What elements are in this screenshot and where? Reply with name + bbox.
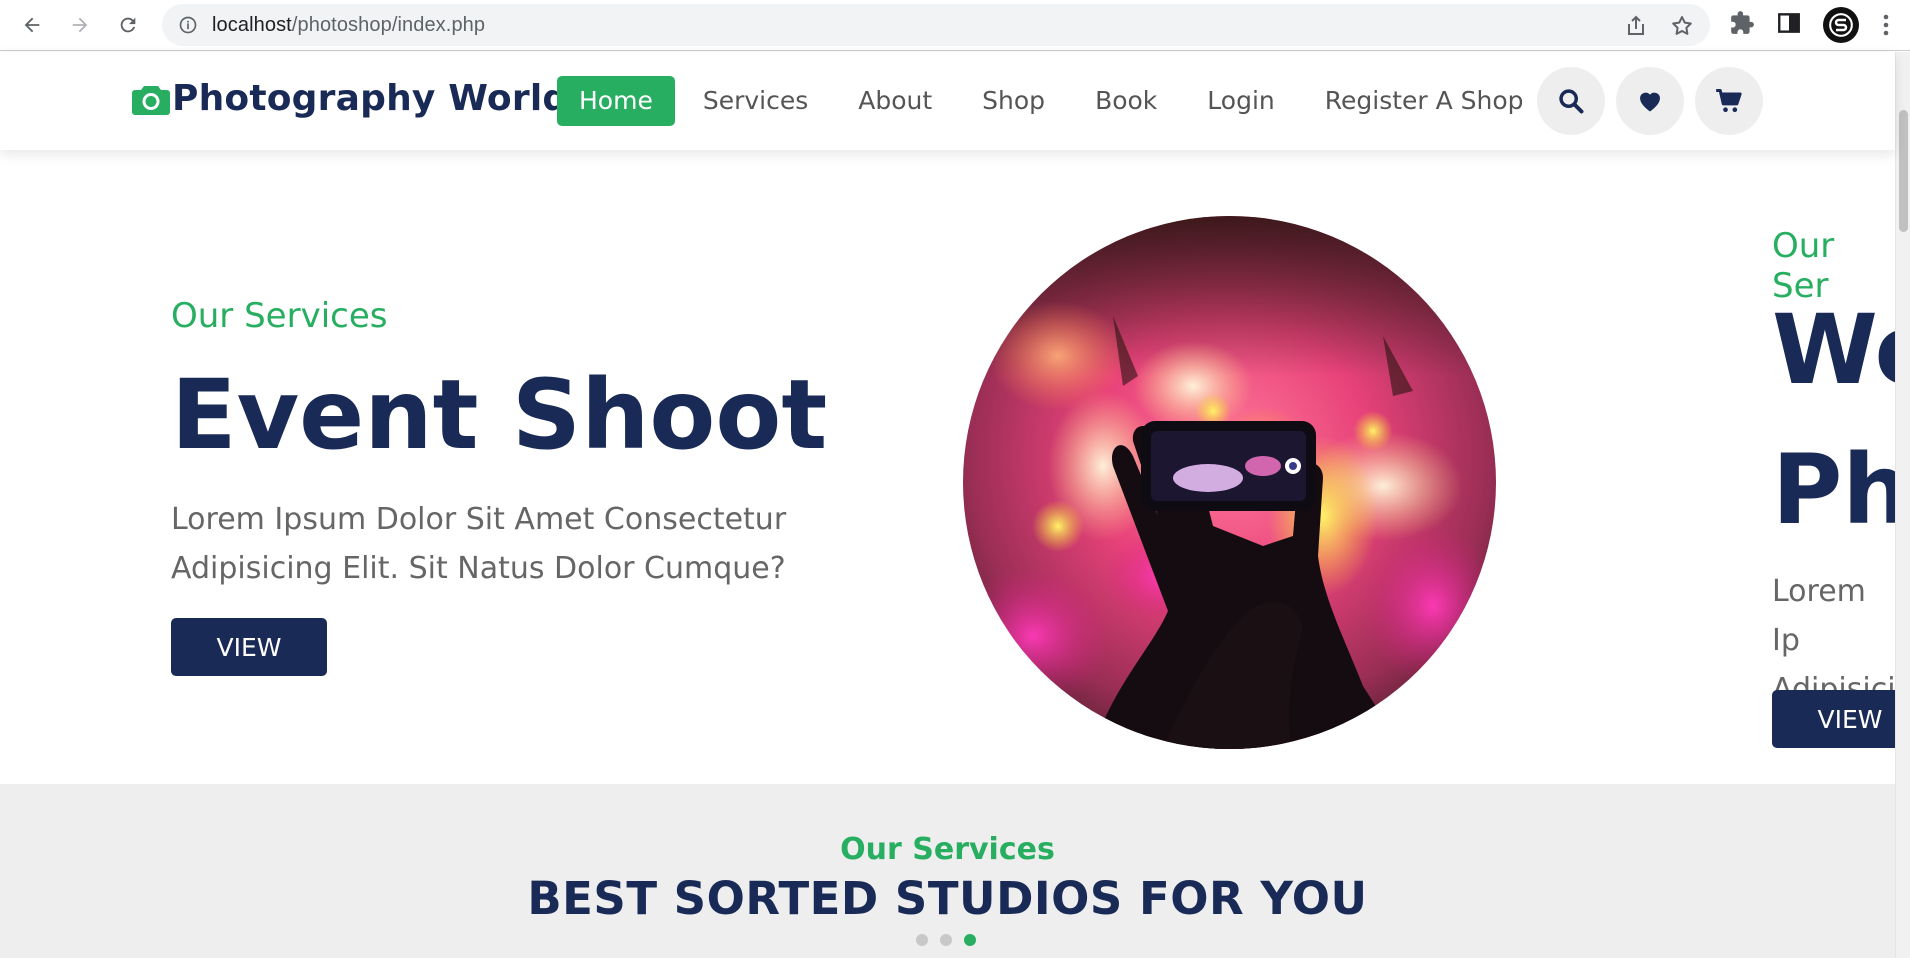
services-heading: BEST SORTED STUDIOS FOR YOU	[527, 872, 1368, 925]
extensions-puzzle-icon[interactable]	[1729, 10, 1755, 36]
scrollbar-thumb[interactable]	[1899, 110, 1908, 232]
logo-text: Photography World.	[172, 78, 583, 119]
reload-button[interactable]	[112, 9, 144, 41]
url-text: localhost/photoshop/index.php	[212, 14, 486, 36]
nav-link-register-shop[interactable]: Register A Shop	[1303, 76, 1546, 126]
profile-avatar[interactable]	[1823, 7, 1859, 43]
concert-photo	[963, 216, 1496, 749]
next-slide-title: We Ph	[1772, 280, 1895, 560]
slide-title: Event Shoot	[171, 359, 828, 471]
page-scrollbar[interactable]	[1895, 52, 1910, 958]
side-panel-icon[interactable]	[1776, 10, 1802, 36]
nav-link-services[interactable]: Services	[681, 76, 830, 126]
back-arrow-icon	[24, 17, 40, 33]
wishlist-button[interactable]	[1616, 67, 1684, 135]
nav-link-book[interactable]: Book	[1073, 76, 1179, 126]
next-slide-title-line: Ph	[1772, 434, 1895, 546]
address-bar[interactable]: localhost/photoshop/index.php	[162, 4, 1710, 46]
site-logo[interactable]: Photography World.	[132, 78, 582, 119]
nav-link-shop[interactable]: Shop	[960, 76, 1067, 126]
services-subtitle: Our Services	[840, 832, 1055, 867]
browser-toolbar: localhost/photoshop/index.php	[0, 0, 1910, 51]
nav-link-about[interactable]: About	[836, 76, 954, 126]
next-slide-description-line: Lorem Ip	[1772, 574, 1866, 658]
heart-icon	[1640, 92, 1660, 112]
nav-link-home[interactable]: Home	[557, 76, 675, 126]
slide-description-line: Adipisicing Elit. Sit Natus Dolor Cumque…	[171, 551, 786, 586]
bookmark-star-icon[interactable]	[1670, 14, 1694, 38]
slide-description: Lorem Ipsum Dolor Sit Amet Consectetur A…	[171, 495, 786, 593]
search-button[interactable]	[1537, 67, 1605, 135]
share-icon[interactable]	[1624, 14, 1648, 38]
forward-button[interactable]	[64, 9, 96, 41]
nav-link-login[interactable]: Login	[1185, 76, 1296, 126]
next-slide-title-line: We	[1772, 294, 1895, 406]
services-section: Our Services BEST SORTED STUDIOS FOR YOU	[0, 784, 1895, 958]
slide-subtitle: Our Services	[171, 296, 388, 336]
reload-icon	[120, 17, 136, 33]
search-icon	[1559, 89, 1584, 114]
next-slide-view-button[interactable]: VIEW	[1772, 690, 1895, 748]
slider-dot-2[interactable]	[940, 934, 952, 946]
profile-logo-icon	[1829, 13, 1853, 37]
site-info-icon[interactable]	[178, 15, 198, 35]
browser-menu-icon[interactable]	[1876, 11, 1896, 39]
cart-icon	[1716, 88, 1742, 113]
forward-arrow-icon	[72, 17, 88, 33]
cart-button[interactable]	[1695, 67, 1763, 135]
camera-icon	[132, 85, 170, 115]
back-button[interactable]	[16, 9, 48, 41]
site-header: Photography World. Home Services About S…	[0, 52, 1895, 150]
slider-dot-3[interactable]	[964, 934, 976, 946]
slider-dot-1[interactable]	[916, 934, 928, 946]
slide-description-line: Lorem Ipsum Dolor Sit Amet Consectetur	[171, 502, 787, 537]
hero-slider: Our Services Event Shoot Lorem Ipsum Dol…	[0, 150, 1895, 784]
slider-pagination	[916, 934, 988, 946]
event-shoot-image	[963, 216, 1496, 749]
view-button[interactable]: VIEW	[171, 618, 327, 676]
main-nav: Home Services About Shop Book Login Regi…	[557, 76, 1552, 126]
